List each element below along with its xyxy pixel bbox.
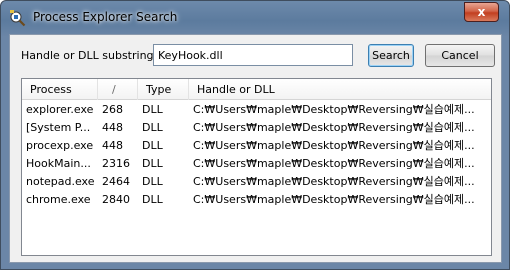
column-header-pid[interactable]: / [98,79,138,100]
close-button[interactable]: x [464,2,499,22]
table-row[interactable]: notepad.exe 2464 DLL C:₩Users₩maple₩Desk… [22,173,491,191]
column-header-process[interactable]: Process [22,79,98,100]
process-explorer-icon [9,9,27,27]
results-list[interactable]: Process / Type Handle or DLL explorer.ex… [21,78,492,256]
process-cell: HookMain... [26,157,91,170]
process-cell: explorer.exe [26,103,94,116]
pid-cell: 448 [102,121,123,134]
table-row[interactable]: chrome.exe 2840 DLL C:₩Users₩maple₩Deskt… [22,191,491,209]
pid-cell: 448 [102,139,123,152]
path-cell: C:₩Users₩maple₩Desktop₩Reversing₩실습예제... [193,157,475,170]
path-cell: C:₩Users₩maple₩Desktop₩Reversing₩실습예제... [193,103,475,116]
type-cell: DLL [142,139,163,152]
search-button[interactable]: Search [368,44,414,67]
path-cell: C:₩Users₩maple₩Desktop₩Reversing₩실습예제... [193,175,475,188]
pid-cell: 2316 [102,157,130,170]
search-dialog: Process Explorer Search x Handle or DLL … [0,0,510,270]
pid-cell: 2840 [102,193,130,206]
close-icon: x [477,5,486,19]
dialog-body: Handle or DLL substring: Search Cancel P… [9,34,502,263]
table-row[interactable]: [System P... 448 DLL C:₩Users₩maple₩Desk… [22,119,491,137]
table-row[interactable]: explorer.exe 268 DLL C:₩Users₩maple₩Desk… [22,101,491,119]
results-header: Process / Type Handle or DLL [22,79,491,100]
process-cell: procexp.exe [26,139,94,152]
type-cell: DLL [142,157,163,170]
type-cell: DLL [142,193,163,206]
title-bar[interactable]: Process Explorer Search x [1,1,509,35]
process-cell: notepad.exe [26,175,95,188]
path-cell: C:₩Users₩maple₩Desktop₩Reversing₩실습예제... [193,139,475,152]
column-header-handle[interactable]: Handle or DLL [189,79,491,100]
search-input[interactable] [153,44,353,66]
pid-cell: 2464 [102,175,130,188]
pid-cell: 268 [102,103,123,116]
process-cell: chrome.exe [26,193,91,206]
type-cell: DLL [142,121,163,134]
column-header-type[interactable]: Type [138,79,189,100]
window-title: Process Explorer Search [33,10,178,24]
cancel-button[interactable]: Cancel [425,44,495,67]
type-cell: DLL [142,175,163,188]
table-row[interactable]: procexp.exe 448 DLL C:₩Users₩maple₩Deskt… [22,137,491,155]
path-cell: C:₩Users₩maple₩Desktop₩Reversing₩실습예제... [193,121,475,134]
type-cell: DLL [142,103,163,116]
process-cell: [System P... [26,121,91,134]
table-row[interactable]: HookMain... 2316 DLL C:₩Users₩maple₩Desk… [22,155,491,173]
path-cell: C:₩Users₩maple₩Desktop₩Reversing₩실습예제... [193,193,475,206]
search-label: Handle or DLL substring: [21,49,158,62]
